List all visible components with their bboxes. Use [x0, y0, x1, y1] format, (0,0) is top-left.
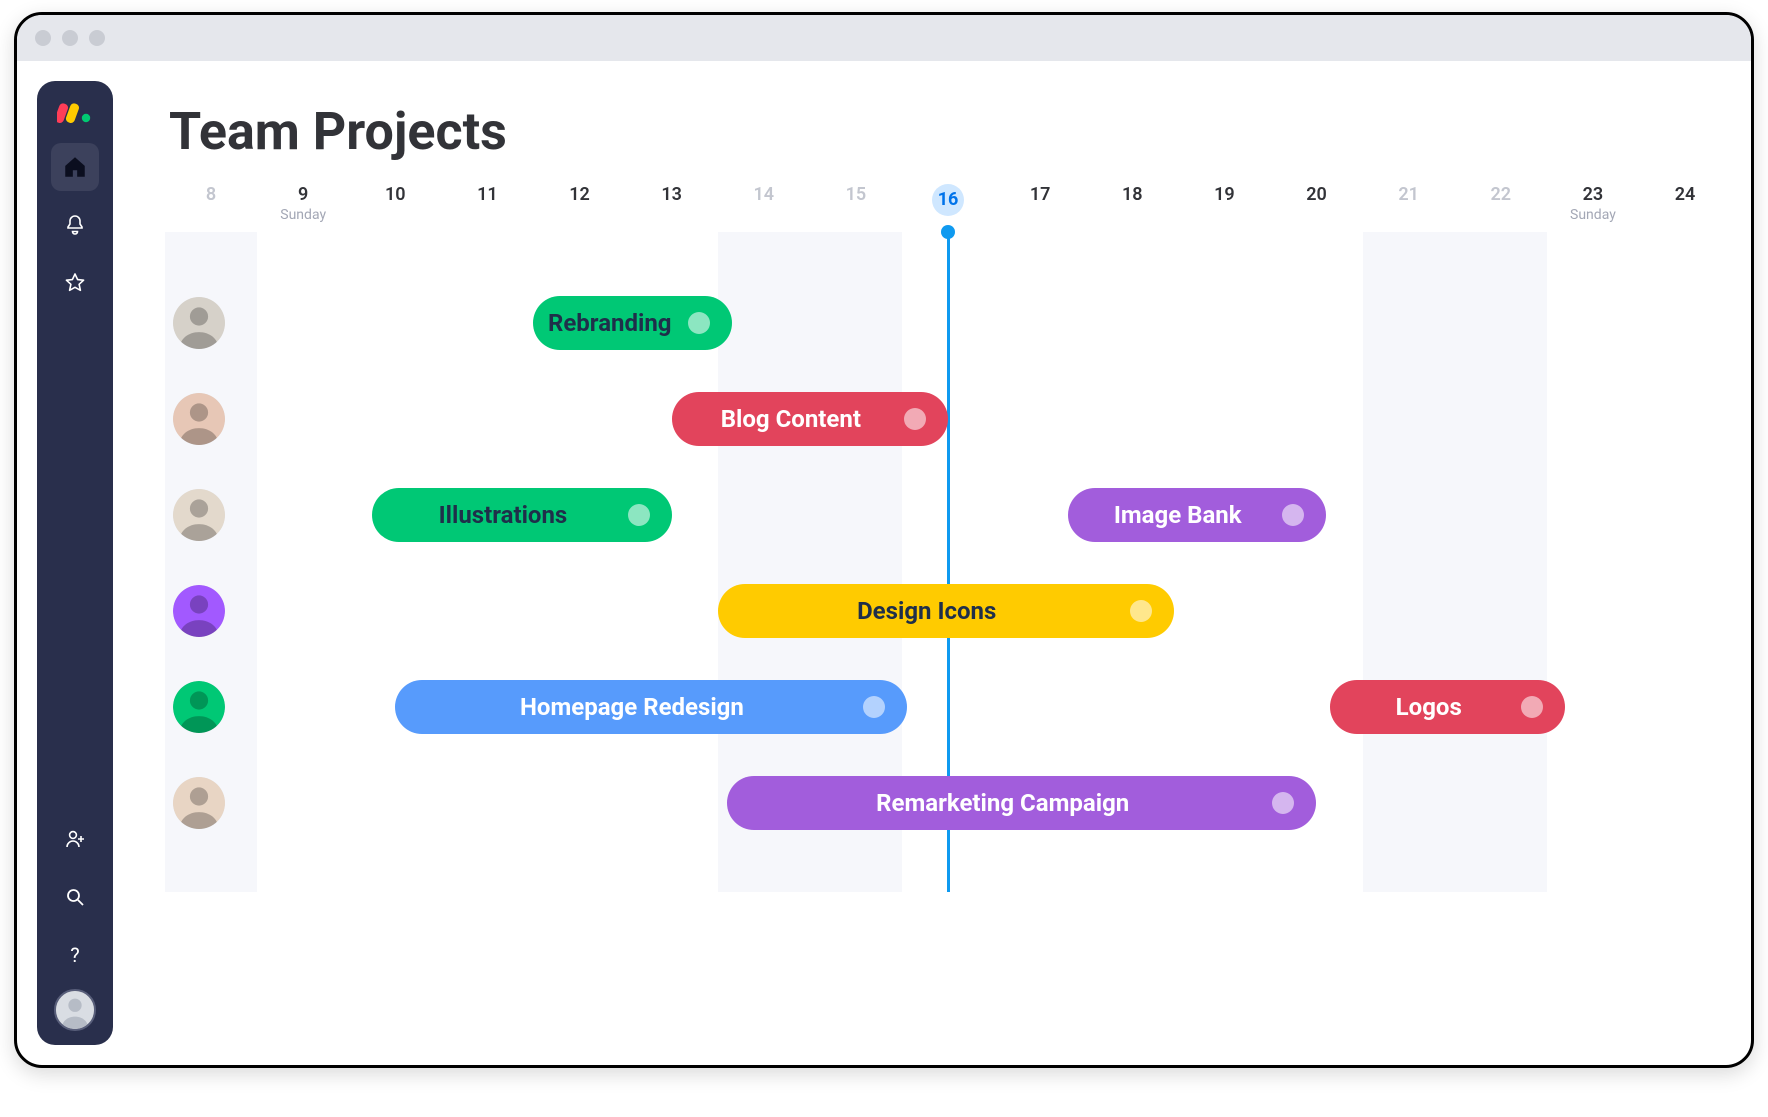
current-user-avatar[interactable]	[54, 989, 96, 1031]
date-number: 10	[349, 184, 441, 205]
search-icon	[63, 885, 87, 909]
date-column[interactable]: 10	[349, 184, 441, 232]
task-label: Homepage Redesign	[417, 693, 846, 721]
task-bar[interactable]: Rebranding	[533, 296, 731, 350]
app-logo-icon[interactable]	[57, 99, 93, 123]
date-column[interactable]: 11	[441, 184, 533, 232]
task-label: Remarketing Campaign	[749, 789, 1257, 817]
star-icon	[63, 271, 87, 295]
date-dayname: Sunday	[1547, 207, 1639, 223]
date-number: 16	[932, 184, 964, 216]
page-title: Team Projects	[169, 101, 1731, 162]
task-bar[interactable]: Illustrations	[372, 488, 671, 542]
date-column[interactable]: 22	[1455, 184, 1547, 232]
today-indicator-dot	[941, 225, 955, 239]
task-label: Illustrations	[394, 501, 611, 529]
assignee-avatar[interactable]	[173, 777, 225, 829]
task-label: Image Bank	[1090, 501, 1266, 529]
svg-text:?: ?	[70, 943, 79, 967]
home-icon	[62, 154, 88, 180]
task-label: Blog Content	[694, 405, 888, 433]
date-column[interactable]: 21	[1363, 184, 1455, 232]
window-zoom-dot[interactable]	[89, 30, 105, 46]
date-column[interactable]: 13	[626, 184, 718, 232]
timeline-body[interactable]: Rebranding Blog Content Illustrations Image…	[165, 232, 1731, 892]
task-resize-handle[interactable]	[904, 408, 926, 430]
add-user-icon	[63, 827, 87, 851]
task-resize-handle[interactable]	[628, 504, 650, 526]
date-number: 11	[441, 184, 533, 205]
date-column[interactable]: 15	[810, 184, 902, 232]
task-bar[interactable]: Homepage Redesign	[395, 680, 906, 734]
task-label: Rebranding	[548, 309, 672, 337]
date-column[interactable]: 20	[1271, 184, 1363, 232]
date-number: 22	[1455, 184, 1547, 205]
date-number: 13	[626, 184, 718, 205]
assignee-avatar[interactable]	[173, 297, 225, 349]
date-number: 23	[1547, 184, 1639, 205]
date-dayname: Sunday	[257, 207, 349, 223]
date-column[interactable]: 18	[1086, 184, 1178, 232]
assignee-avatar[interactable]	[173, 585, 225, 637]
date-number: 15	[810, 184, 902, 205]
bell-icon	[63, 213, 87, 237]
main-panel: Team Projects 89Sunday101112131415161718…	[113, 61, 1751, 1065]
task-resize-handle[interactable]	[1272, 792, 1294, 814]
date-number: 17	[994, 184, 1086, 205]
date-column[interactable]: 12	[534, 184, 626, 232]
date-column[interactable]: 24	[1639, 184, 1731, 232]
task-resize-handle[interactable]	[688, 312, 710, 334]
date-number: 8	[165, 184, 257, 205]
task-resize-handle[interactable]	[863, 696, 885, 718]
question-icon: ?	[63, 943, 87, 967]
date-number: 9	[257, 184, 349, 205]
task-bar[interactable]: Blog Content	[672, 392, 948, 446]
task-resize-handle[interactable]	[1282, 504, 1304, 526]
assignee-avatar[interactable]	[173, 489, 225, 541]
timeline: 89Sunday1011121314151617181920212223Sund…	[165, 184, 1731, 892]
content-area: ? Team Projects 89Sunday1011121314151617…	[17, 61, 1751, 1065]
nav-search-button[interactable]	[51, 873, 99, 921]
task-label: Design Icons	[740, 597, 1114, 625]
nav-help-button[interactable]: ?	[51, 931, 99, 979]
date-number: 12	[534, 184, 626, 205]
nav-invite-button[interactable]	[51, 815, 99, 863]
date-number: 19	[1178, 184, 1270, 205]
task-bar[interactable]: Design Icons	[718, 584, 1174, 638]
date-column[interactable]: 14	[718, 184, 810, 232]
date-column[interactable]: 23 Sunday	[1547, 184, 1639, 232]
date-column[interactable]: 8	[165, 184, 257, 232]
left-sidebar: ?	[37, 81, 113, 1045]
date-column[interactable]: 19	[1178, 184, 1270, 232]
date-column[interactable]: 17	[994, 184, 1086, 232]
date-number: 21	[1363, 184, 1455, 205]
app-window: ? Team Projects 89Sunday1011121314151617…	[14, 12, 1754, 1068]
task-bar[interactable]: Remarketing Campaign	[727, 776, 1317, 830]
task-resize-handle[interactable]	[1521, 696, 1543, 718]
date-number: 24	[1639, 184, 1731, 205]
task-resize-handle[interactable]	[1130, 600, 1152, 622]
date-column[interactable]: 9 Sunday	[257, 184, 349, 232]
task-bar[interactable]: Image Bank	[1068, 488, 1326, 542]
date-number: 18	[1086, 184, 1178, 205]
nav-notifications-button[interactable]	[51, 201, 99, 249]
task-bar[interactable]: Logos	[1330, 680, 1565, 734]
window-close-dot[interactable]	[35, 30, 51, 46]
date-number: 14	[718, 184, 810, 205]
nav-home-button[interactable]	[51, 143, 99, 191]
assignee-avatar[interactable]	[173, 393, 225, 445]
nav-favorites-button[interactable]	[51, 259, 99, 307]
assignee-avatar[interactable]	[173, 681, 225, 733]
window-minimize-dot[interactable]	[62, 30, 78, 46]
date-number: 20	[1271, 184, 1363, 205]
window-titlebar	[17, 15, 1751, 61]
task-label: Logos	[1352, 693, 1505, 721]
